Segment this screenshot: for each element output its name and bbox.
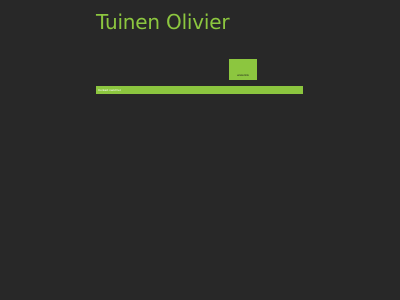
nav-link[interactable]: Contact meld het	[98, 88, 121, 92]
green-badge-button[interactable]: www.link	[229, 59, 257, 80]
site-title: Tuinen Olivier	[96, 10, 230, 34]
badge-label: www.link	[237, 73, 249, 77]
nav-bar: Contact meld het	[96, 86, 303, 94]
